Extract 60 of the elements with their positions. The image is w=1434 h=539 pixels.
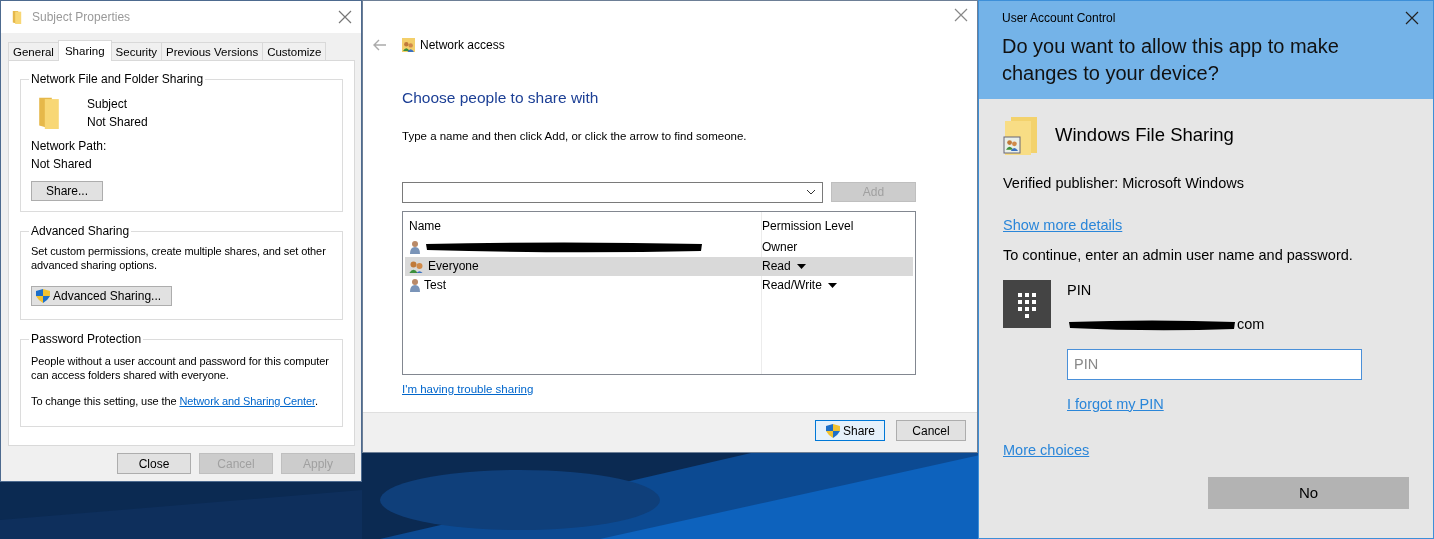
caret-icon	[796, 263, 806, 269]
settings-note: To change this setting, use the Network and Sharing Center.	[31, 394, 319, 409]
window-title: Subject Properties	[32, 9, 131, 26]
publisher: Verified publisher: Microsoft Windows	[1003, 174, 1245, 193]
chevron-down-icon	[806, 189, 816, 195]
permission-level: Owner	[762, 239, 798, 256]
heading: Choose people to share with	[402, 88, 600, 108]
close-icon[interactable]	[954, 8, 968, 22]
app-name: Windows File Sharing	[1055, 123, 1234, 148]
window-title: User Account Control	[1002, 10, 1116, 27]
column-header: Permission Level	[761, 217, 855, 235]
group-heading: Password Protection	[30, 332, 143, 346]
help-link[interactable]: I'm having trouble sharing	[402, 380, 534, 398]
user-name: Test	[424, 277, 446, 294]
shield-icon	[825, 422, 841, 439]
credential-type: PIN	[1067, 281, 1093, 301]
instruction: To continue, enter an admin user name and password.	[1003, 245, 1354, 265]
shield-icon	[35, 288, 51, 304]
name-combobox[interactable]	[402, 181, 823, 203]
dialog-button[interactable]: Share	[815, 420, 885, 441]
folder-icon	[11, 10, 23, 24]
share-button[interactable]: Share...	[31, 181, 103, 201]
group-icon	[409, 259, 425, 273]
user-icon	[409, 278, 421, 292]
shared-folder-icon	[401, 37, 416, 53]
list-row[interactable]: Everyone Read	[405, 256, 913, 276]
close-icon[interactable]	[1405, 11, 1419, 25]
question: Do you want to allow this app to make changes to your device?	[1002, 34, 1340, 86]
description: Set custom permissions, create multiple shares, and set other advanced sharing options.	[31, 244, 327, 272]
user-icon	[409, 240, 421, 254]
path-label: Network Path:	[31, 138, 108, 155]
no-button[interactable]: No	[1208, 477, 1409, 510]
list-row[interactable]: Test Read/Write	[405, 275, 913, 295]
folder-name: Subject	[87, 96, 129, 113]
path-value: Not Shared	[31, 156, 93, 173]
dialog-button[interactable]: Cancel	[896, 420, 966, 441]
back-arrow-icon[interactable]	[373, 39, 387, 51]
permission-dropdown[interactable]: Read	[762, 257, 806, 275]
close-icon[interactable]	[338, 10, 352, 24]
caret-icon	[827, 282, 837, 288]
dialog-button[interactable]: Close	[117, 453, 191, 474]
keypad-icon	[1003, 280, 1051, 329]
window-title: Network access	[420, 37, 505, 54]
column-header: Name	[408, 217, 442, 235]
pin-field[interactable]: PIN	[1067, 348, 1362, 380]
tab[interactable]: Customize	[262, 42, 327, 60]
tab[interactable]: General	[8, 42, 59, 60]
advanced-sharing-button[interactable]: Advanced Sharing...	[31, 286, 173, 306]
tab[interactable]: Security	[110, 42, 163, 60]
account-name: com	[1237, 315, 1265, 334]
group-heading: Network File and Folder Sharing	[30, 72, 205, 86]
list-row[interactable]: Owner	[405, 237, 913, 257]
sharing-center-link[interactable]: Network and Sharing Center	[179, 395, 316, 407]
tab[interactable]: Sharing	[57, 40, 112, 61]
user-name: Everyone	[428, 258, 479, 275]
group-heading: Advanced Sharing	[30, 224, 131, 238]
permission-dropdown[interactable]: Read/Write	[762, 276, 837, 294]
description: People without a user account and password for this computer can access folders shared with everyone.	[31, 354, 330, 382]
instruction: Type a name and then click Add, or click the arrow to find someone.	[402, 129, 748, 145]
share-status: Not Shared	[87, 114, 148, 131]
